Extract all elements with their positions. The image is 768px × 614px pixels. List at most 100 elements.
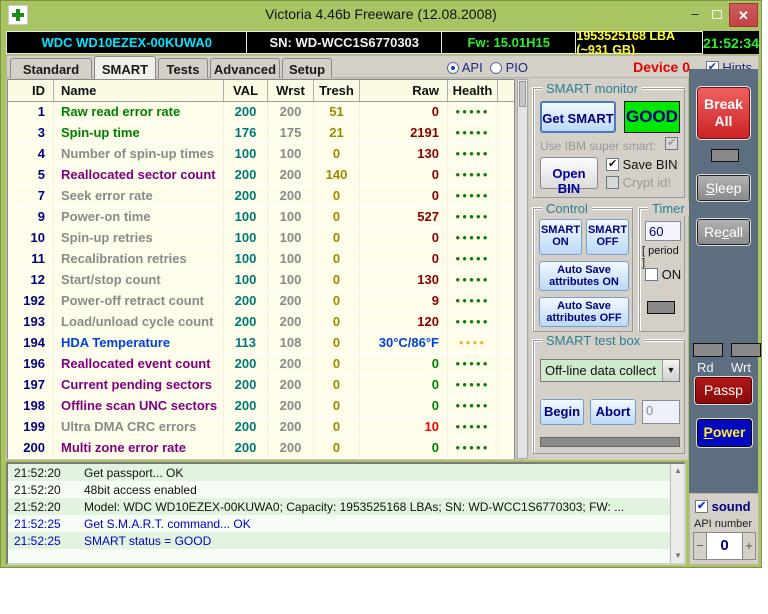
passport-button[interactable]: Passp	[695, 377, 752, 404]
power-button[interactable]: Power	[697, 419, 752, 447]
cell-raw: 120	[360, 312, 448, 332]
table-row[interactable]: 192Power-off retract count20020009●●●●●	[8, 291, 514, 312]
api-number-label: API number	[694, 518, 752, 530]
maximize-button[interactable]	[707, 5, 727, 25]
cell-id: 196	[8, 354, 54, 374]
sound-checkbox[interactable]	[695, 500, 708, 513]
table-row[interactable]: 12Start/stop count1001000130●●●●●	[8, 270, 514, 291]
api-radio[interactable]	[447, 62, 459, 74]
cell-val: 200	[224, 396, 268, 416]
tab-strip: StandardSMARTTestsAdvancedSetup API PIO …	[6, 55, 759, 78]
test-counter-field: 0	[642, 400, 680, 424]
table-row[interactable]: 10Spin-up retries10010000●●●●●	[8, 228, 514, 249]
table-row[interactable]: 197Current pending sectors20020000●●●●●	[8, 375, 514, 396]
sound-label: sound	[712, 499, 751, 514]
save-bin-control[interactable]: Save BIN	[606, 157, 678, 172]
cell-id: 1	[8, 102, 54, 122]
api-radio-label: API	[462, 60, 483, 75]
table-scrollbar-thumb[interactable]	[519, 81, 526, 107]
table-row[interactable]: 11Recalibration retries10010000●●●●●	[8, 249, 514, 270]
cell-tresh: 0	[314, 249, 360, 269]
scroll-down-icon[interactable]: ▼	[672, 550, 684, 562]
cell-name: Offline scan UNC sectors	[54, 396, 224, 416]
table-row[interactable]: 7Seek error rate20020000●●●●●	[8, 186, 514, 207]
cell-id: 198	[8, 396, 54, 416]
clock: 21:52:34	[703, 31, 759, 54]
spinner-plus-button[interactable]: +	[742, 532, 756, 560]
cell-val: 200	[224, 417, 268, 437]
cell-val: 100	[224, 144, 268, 164]
table-row[interactable]: 3Spin-up time176175212191●●●●●	[8, 123, 514, 144]
autosave-on-button[interactable]: Auto Save attributes ON	[539, 261, 629, 291]
title-bar[interactable]: Victoria 4.46b Freeware (12.08.2008) – ✕	[1, 1, 761, 29]
health-dots: ●●●●●	[448, 144, 498, 164]
tab-standard[interactable]: Standard	[10, 58, 92, 79]
break-all-button[interactable]: Break All	[697, 87, 750, 139]
column-header-health: Health	[448, 80, 498, 101]
save-bin-checkbox[interactable]	[606, 158, 619, 171]
autosave-off-button[interactable]: Auto Save attributes OFF	[539, 297, 629, 327]
log-panel[interactable]: 21:52:20Get passport... OK21:52:2048bit …	[6, 462, 686, 565]
health-dots: ●●●●●	[448, 102, 498, 122]
main-area: IDNameVALWrstTreshRawHealth 1Raw read er…	[6, 78, 688, 460]
health-dots: ●●●●●	[448, 312, 498, 332]
minimize-button[interactable]: –	[685, 5, 705, 25]
log-timestamp: 21:52:20	[8, 481, 70, 498]
table-row[interactable]: 4Number of spin-up times1001000130●●●●●	[8, 144, 514, 165]
abort-button[interactable]: Abort	[590, 399, 636, 425]
scroll-up-icon[interactable]: ▲	[672, 465, 684, 477]
cell-wrst: 175	[268, 123, 314, 143]
cell-id: 200	[8, 438, 54, 458]
table-row[interactable]: 1Raw read error rate200200510●●●●●	[8, 102, 514, 123]
cell-id: 9	[8, 207, 54, 227]
cell-raw: 30°C/86°F	[360, 333, 448, 353]
timer-on-checkbox[interactable]	[645, 268, 658, 281]
cell-name: Ultra DMA CRC errors	[54, 417, 224, 437]
tab-tests[interactable]: Tests	[158, 58, 208, 79]
log-scrollbar[interactable]: ▲ ▼	[670, 464, 684, 563]
drive-capacity: 1953525168 LBA (~931 GB)	[576, 31, 703, 54]
table-row[interactable]: 193Load/unload cycle count2002000120●●●●…	[8, 312, 514, 333]
cell-wrst: 100	[268, 270, 314, 290]
log-timestamp	[8, 549, 70, 565]
tab-smart[interactable]: SMART	[94, 56, 156, 79]
timer-period-input[interactable]: 60	[645, 221, 681, 241]
open-bin-button[interactable]: Open BIN	[540, 157, 598, 189]
table-row[interactable]: 194HDA Temperature113108030°C/86°F●●●●	[8, 333, 514, 354]
chevron-down-icon[interactable]: ▼	[662, 360, 679, 381]
recall-button[interactable]: Recall	[697, 219, 750, 245]
cell-tresh: 0	[314, 438, 360, 458]
sound-control[interactable]: sound	[695, 499, 751, 514]
test-select[interactable]: Off-line data collect ▼	[540, 359, 680, 382]
begin-button[interactable]: Begin	[540, 399, 584, 425]
cell-id: 10	[8, 228, 54, 248]
table-row[interactable]: 199Ultra DMA CRC errors200200010●●●●●	[8, 417, 514, 438]
sleep-button[interactable]: Sleep	[697, 175, 750, 201]
cell-tresh: 140	[314, 165, 360, 185]
close-button[interactable]: ✕	[729, 3, 758, 27]
smart-on-button[interactable]: SMART ON	[539, 219, 582, 255]
cell-wrst: 100	[268, 207, 314, 227]
cell-raw: 130	[360, 270, 448, 290]
log-message: SMART status = GOOD	[70, 532, 684, 549]
smart-off-button[interactable]: SMART OFF	[586, 219, 629, 255]
table-scrollbar[interactable]	[517, 79, 528, 459]
cell-tresh: 0	[314, 417, 360, 437]
cell-tresh: 21	[314, 123, 360, 143]
health-dots: ●●●●●	[448, 165, 498, 185]
column-header-wrst: Wrst	[268, 80, 314, 101]
table-row[interactable]: 9Power-on time1001000527●●●●●	[8, 207, 514, 228]
spinner-minus-button[interactable]: −	[693, 532, 707, 560]
get-smart-button[interactable]: Get SMART	[540, 101, 616, 133]
tab-setup[interactable]: Setup	[282, 58, 332, 79]
timer-on-control[interactable]: ON	[645, 267, 681, 282]
tab-advanced[interactable]: Advanced	[210, 58, 280, 79]
pio-radio[interactable]	[490, 62, 502, 74]
control-group: Control SMART ON SMART OFF Auto Save att…	[533, 208, 633, 332]
table-row[interactable]: 5Reallocated sector count2002001400●●●●●	[8, 165, 514, 186]
table-row[interactable]: 198Offline scan UNC sectors20020000●●●●●	[8, 396, 514, 417]
log-line	[8, 549, 684, 565]
table-row[interactable]: 196Reallocated event count20020000●●●●●	[8, 354, 514, 375]
table-row[interactable]: 200Multi zone error rate20020000●●●●●	[8, 438, 514, 459]
cell-raw: 0	[360, 396, 448, 416]
